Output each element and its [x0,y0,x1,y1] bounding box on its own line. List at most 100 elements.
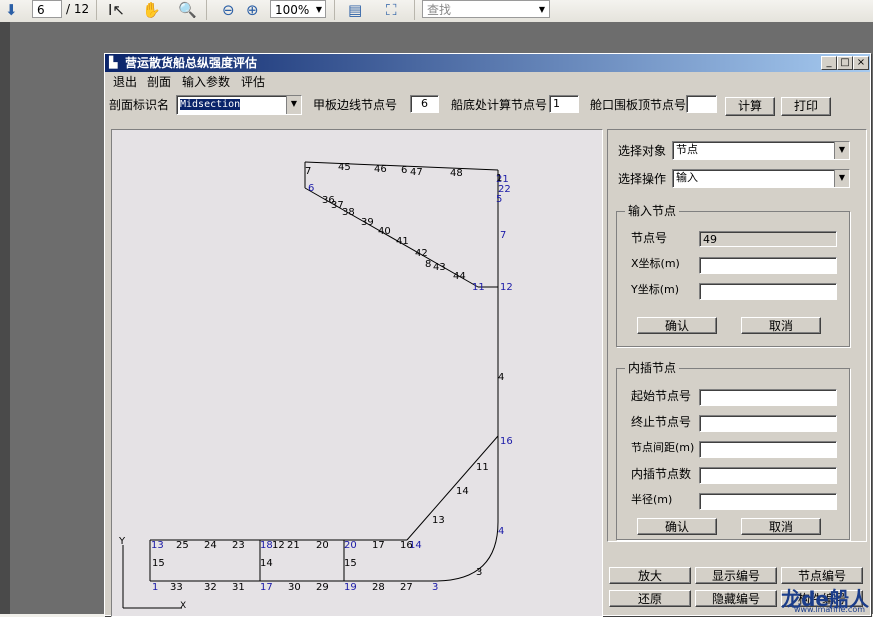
select-object-combo[interactable]: 节点 ▼ [672,141,850,160]
hatch-top-label: 舱口围板顶节点号 [590,98,687,112]
zoom-icon[interactable]: 🔍 [178,0,197,20]
node-numbers-button[interactable]: 节点编号 [781,567,863,584]
minimize-button[interactable]: _ [821,56,837,70]
input-node-ok-button[interactable]: 确认 [637,317,717,334]
chevron-down-icon: ▼ [834,170,849,187]
node-spacing-input[interactable] [699,441,837,458]
node-label: 7 [500,230,506,241]
interp-count-input[interactable] [699,467,837,484]
select-operation-label: 选择操作 [618,172,667,186]
select-object-value: 节点 [676,143,698,156]
fit-width-icon[interactable]: ▤ [348,0,362,20]
radius-label: 半径(m) [631,493,673,506]
node-label: 19 [344,582,357,593]
y-coordinate-input[interactable] [699,283,837,300]
element-label: 14 [456,486,469,497]
hatch-top-input[interactable] [686,95,717,113]
node-label: 5 [496,194,502,205]
element-label: 32 [204,582,217,593]
end-node-input[interactable] [699,415,837,432]
interp-cancel-button[interactable]: 取消 [741,518,821,535]
node-label: 4 [498,526,504,537]
left-strip [0,22,10,614]
input-node-title: 输入节点 [625,204,680,219]
element-label: 15 [344,558,357,569]
reader-toolbar: ⬇ 6 / 12 I↖ ✋ 🔍 ⊖ ⊕ 100% ▼ ▤ ⛶ 查找 ▼ [0,0,873,23]
menu-evaluate[interactable]: 评估 [241,74,265,90]
bilge-arc [436,521,499,582]
cross-section-svg: Y X 6 5 7 11 12 16 4 3 13 18 20 14 1 17 … [118,161,513,611]
node-label: 11 [472,282,485,293]
search-input[interactable]: 查找 ▼ [422,0,550,18]
section-name-combo[interactable]: Midsection ▼ [176,95,302,115]
axes [122,545,182,609]
select-operation-combo[interactable]: 输入 ▼ [672,169,850,188]
element-label: 15 [152,558,165,569]
bottom-calc-label: 船底处计算节点号 [451,98,548,112]
element-label: 31 [232,582,245,593]
site-watermark-url: www.lmanne.com [793,605,865,614]
input-node-cancel-button[interactable]: 取消 [741,317,821,334]
node-label: 18 [260,540,273,551]
hopper-slope-line [406,435,499,541]
y-axis-label: Y [118,536,126,547]
node-label: 12 [500,282,513,293]
restore-button[interactable]: 还原 [609,590,691,607]
element-label: 16 [400,540,413,551]
title-bar[interactable]: ▙ 营运散货船总纵强度评估 _ □ × [105,54,870,72]
zoom-in-icon[interactable]: ⊕ [246,0,259,20]
zoom-select[interactable]: 100% ▼ [270,0,326,18]
element-label: 17 [372,540,385,551]
element-label: 7 [305,166,311,177]
bottom-calc-input[interactable]: 1 [549,95,579,113]
deck-edge-input[interactable]: 6 [410,95,439,113]
select-object-label: 选择对象 [618,144,667,158]
show-numbers-button[interactable]: 显示编号 [695,567,777,584]
element-label: 23 [232,540,245,551]
chevron-down-icon: ▼ [315,5,322,14]
maximize-button[interactable]: □ [837,56,853,70]
hand-icon[interactable]: ✋ [142,0,161,20]
element-label: 48 [450,168,463,179]
fit-page-icon[interactable]: ⛶ [386,0,397,20]
print-button[interactable]: 打印 [781,97,831,116]
section-drawing-canvas[interactable]: Y X 6 5 7 11 12 16 4 3 13 18 20 14 1 17 … [111,129,603,617]
app-window: ▙ 营运散货船总纵强度评估 _ □ × 退出 剖面 输入参数 评估 剖面标识名 … [104,53,871,617]
select-operation-value: 输入 [676,171,698,184]
element-label: 41 [396,236,409,247]
menu-exit[interactable]: 退出 [113,74,137,90]
deck-edge-label: 甲板边线节点号 [313,98,398,112]
element-label: 39 [361,217,374,228]
menu-input-params[interactable]: 输入参数 [182,74,230,90]
down-arrow-icon[interactable]: ⬇ [5,0,18,20]
page-number-input[interactable]: 6 [32,0,62,18]
control-panel: 选择对象 节点 ▼ 选择操作 输入 ▼ 输入节点 节点号 49 X坐标(m) Y… [607,129,867,542]
node-number-field: 49 [699,231,837,247]
window-title: 营运散货船总纵强度评估 [125,56,258,70]
calculate-button[interactable]: 计算 [725,97,775,116]
zoom-in-button[interactable]: 放大 [609,567,691,584]
node-label: 13 [151,540,164,551]
element-label: 12 [272,540,285,551]
menu-section[interactable]: 剖面 [147,74,171,90]
node-labels: 6 5 7 11 12 16 4 3 13 18 20 14 1 17 19 2… [151,174,513,593]
select-text-icon[interactable]: I↖ [108,0,125,20]
node-label: 20 [344,540,357,551]
radius-input[interactable] [699,493,837,510]
element-label: 4 [498,372,504,383]
section-outline [149,161,499,582]
hide-numbers-button[interactable]: 隐藏编号 [695,590,777,607]
element-label: 21 [287,540,300,551]
close-button[interactable]: × [853,56,869,70]
zoom-out-icon[interactable]: ⊖ [222,0,235,20]
element-label: 42 [415,248,428,259]
start-node-input[interactable] [699,389,837,406]
element-label: 11 [476,462,489,473]
x-axis-label: X [180,601,186,611]
element-label: 13 [432,515,445,526]
node-number-label: 节点号 [631,231,668,245]
y-coordinate-label: Y坐标(m) [631,283,680,296]
interp-ok-button[interactable]: 确认 [637,518,717,535]
element-label: 1 [496,173,502,184]
x-coordinate-input[interactable] [699,257,837,274]
